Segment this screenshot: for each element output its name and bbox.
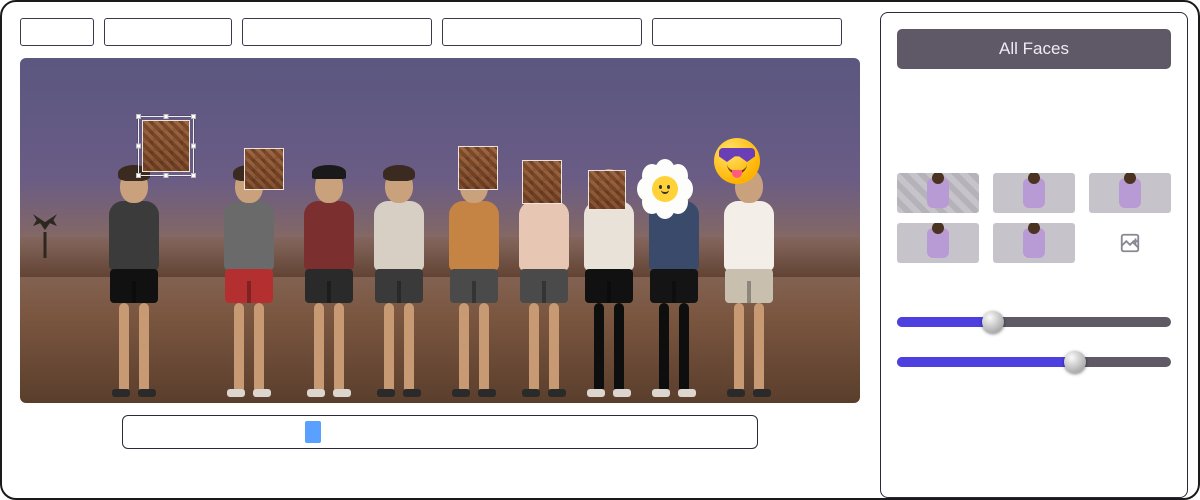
toolbar-tool-4[interactable]	[442, 18, 642, 46]
scenery-palm-tree	[30, 212, 60, 258]
toolbar-tool-3[interactable]	[242, 18, 432, 46]
face-thumbnail[interactable]	[897, 173, 979, 213]
person-figure	[445, 169, 503, 397]
person-figure	[300, 169, 358, 397]
face-pixelation-overlay[interactable]	[244, 148, 284, 190]
flower-sticker-icon[interactable]	[640, 164, 690, 214]
face-thumbnail[interactable]	[1089, 173, 1171, 213]
person-figure	[105, 169, 163, 397]
face-thumbnail-grid	[897, 173, 1171, 263]
slider-1[interactable]	[897, 317, 1171, 327]
top-toolbar	[12, 12, 868, 46]
add-face-button[interactable]	[1089, 223, 1171, 263]
face-thumbnail[interactable]	[993, 173, 1075, 213]
all-faces-button[interactable]: All Faces	[897, 29, 1171, 69]
face-selection-box[interactable]	[138, 116, 194, 176]
sunglasses-emoji-sticker-icon[interactable]	[714, 138, 760, 184]
person-figure	[720, 169, 778, 397]
toolbar-tool-2[interactable]	[104, 18, 232, 46]
slider-2[interactable]	[897, 357, 1171, 367]
timeline[interactable]	[122, 415, 758, 449]
app-window: All Faces	[0, 0, 1200, 500]
face-pixelation-overlay[interactable]	[522, 160, 562, 204]
add-image-icon	[1119, 232, 1141, 254]
timeline-playhead[interactable]	[305, 421, 321, 443]
face-pixelation-overlay[interactable]	[458, 146, 498, 190]
slider-knob[interactable]	[982, 311, 1004, 333]
editor-pane	[12, 12, 868, 498]
face-thumbnail[interactable]	[897, 223, 979, 263]
canvas-wrap	[20, 58, 860, 403]
face-pixelation-overlay[interactable]	[588, 170, 626, 210]
image-canvas[interactable]	[20, 58, 860, 403]
toolbar-tool-5[interactable]	[652, 18, 842, 46]
slider-knob[interactable]	[1064, 351, 1086, 373]
person-figure	[220, 169, 278, 397]
person-figure	[370, 169, 428, 397]
sidebar-panel: All Faces	[880, 12, 1188, 498]
sliders-group	[897, 287, 1171, 377]
face-thumbnail[interactable]	[993, 223, 1075, 263]
toolbar-tool-1[interactable]	[20, 18, 94, 46]
